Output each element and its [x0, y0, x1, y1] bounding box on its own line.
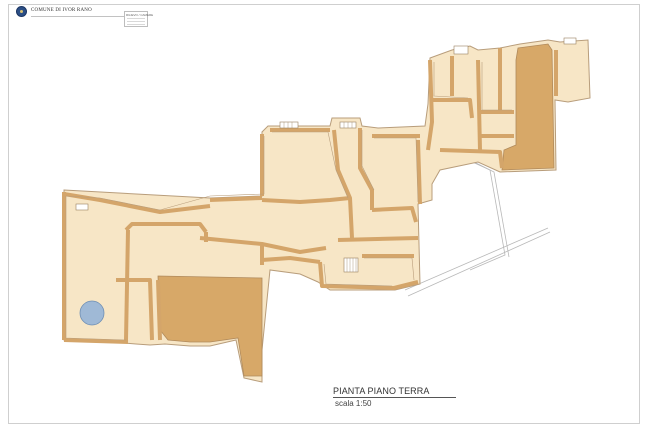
drawing-caption: PIANTA PIANO TERRA scala 1:50	[333, 386, 458, 408]
plan-title-rule	[333, 397, 456, 398]
cistern-icon	[79, 300, 105, 326]
drawing-sheet: COMUNE DI IVOR RANO RILIEVO / CAMERE PIA…	[0, 0, 650, 433]
floor-plan	[62, 37, 591, 383]
stair-block	[279, 121, 299, 129]
plan-scale: scala 1:50	[335, 399, 372, 408]
building-footprint	[63, 39, 591, 383]
plan-title: PIANTA PIANO TERRA	[333, 386, 430, 396]
stair-block	[563, 37, 577, 45]
south-courtyard	[157, 275, 263, 377]
stair-block	[453, 45, 469, 55]
stair-block	[75, 203, 89, 211]
